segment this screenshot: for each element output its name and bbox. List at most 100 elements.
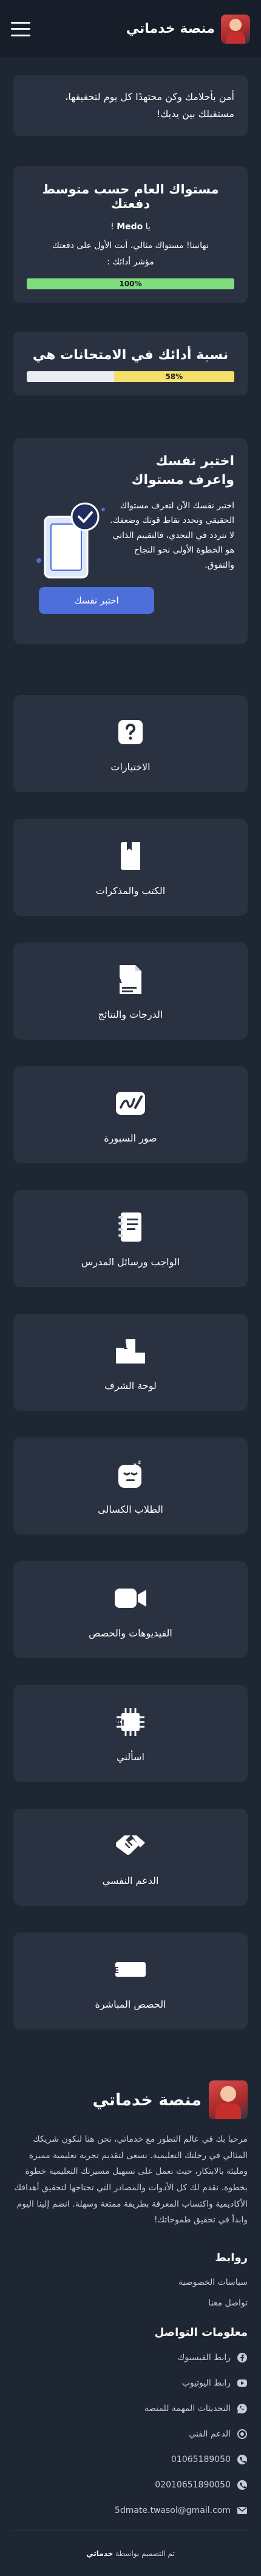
service-books[interactable]: الكتب والمذكرات [13,819,248,916]
contact-label: رابط اليوتيوب [181,2378,231,2388]
brand-name: منصة خدماتي [126,21,215,36]
motivation-card: أمن بأحلامك وكن محتهدًا كل يوم لتحقيقها،… [13,75,248,136]
service-label: الدرجات والنتائج [98,1008,163,1020]
service-label: الكتب والمذكرات [95,884,166,896]
promo-body: اختبر نفسك الآن لتعرف مستواك الحقيقي وتح… [110,500,234,570]
mail-icon [237,2506,247,2514]
self-test-button[interactable]: اختبر نفسك [39,587,154,614]
exams-title: نسبة أدائك في الامتحانات هي [32,348,229,363]
service-label: اسألني [117,1750,144,1763]
phone-icon [237,2454,247,2464]
notebook-icon [114,1210,147,1244]
motivation-text: أمن بأحلامك وكن محتهدًا كل يوم لتحقيقها،… [65,91,234,119]
service-label: لوحة الشرف [104,1379,157,1391]
service-label: الاختبارات [110,761,151,773]
level-card: مستواك العام حسب متوسط دفعتك يا Medo ! ت… [13,166,248,303]
grade-icon: A+ [114,963,147,997]
ai-chip-icon: AI [114,1705,147,1739]
brand[interactable]: منصة خدماتي [126,14,250,44]
youtube-icon [237,2379,247,2387]
contact-label: الدعم الفني [189,2429,231,2439]
services-list: الاختبارات الكتب والمذكرات A+ الدرجات وا… [0,695,261,2030]
copyright: تم التصميم بواسطة خدماتي [13,2530,248,2558]
exams-progress-text: 58% [165,372,183,382]
contact-title: معلومات التواصل [154,2325,248,2339]
footer-brand: منصة خدماتي [13,2080,248,2120]
footer: منصة خدماتي مرحبا بك في عالم التطور مع خ… [0,2056,261,2576]
service-homework[interactable]: الواجب ورسائل المدرس [13,1190,248,1288]
svg-text:AI: AI [115,1719,124,1728]
facebook-link[interactable]: رابط الفيسبوك [13,2352,248,2363]
service-grades[interactable]: A+ الدرجات والنتائج [13,943,248,1040]
contact-label: التحديثات المهمة للمنصة [144,2403,231,2413]
contact-label: 5dmate.twasol@gmail.com [114,2505,231,2515]
footer-links: روابط سياسات الخصوصية تواصل معنا [13,2251,248,2308]
whiteboard-icon [114,1086,147,1120]
phone-icon [237,2480,247,2490]
greeting: يا Medo ! [27,222,234,232]
top-header: منصة خدماتي [0,0,261,58]
tablet-check-icon [32,493,110,583]
service-label: الواجب ورسائل المدرس [81,1256,180,1268]
lazy-student-icon: zz [114,1458,147,1491]
contact-label: 02010651890050 [155,2480,231,2490]
svg-text:z: z [138,1459,141,1465]
facebook-icon [237,2352,247,2362]
svg-text:A+: A+ [117,974,123,986]
svg-text:z: z [133,1461,137,1469]
phone-link-2[interactable]: 02010651890050 [13,2480,248,2490]
contact-label: رابط الفيسبوك [177,2352,231,2362]
level-progress-bar: 100% [27,278,234,290]
level-progress-fill: 100% [27,278,234,290]
service-label: صور السبورة [104,1132,157,1144]
hamburger-icon[interactable] [11,21,30,36]
service-whiteboard[interactable]: صور السبورة [13,1066,248,1164]
youtube-link[interactable]: رابط اليوتيوب [13,2378,248,2389]
service-support[interactable]: الدعم النفسي [13,1809,248,1906]
user-name: Medo [117,222,143,232]
handshake-icon [114,1829,147,1863]
level-progress-text: 100% [119,280,142,289]
book-icon [114,839,147,873]
footer-about: مرحبا بك في عالم التطور مع خدماتي، نحن ه… [14,2134,248,2225]
question-icon [114,715,147,749]
svg-text:1: 1 [123,1342,128,1351]
footer-brand-name: منصة خدماتي [92,2090,202,2110]
service-label: الطلاب الكسالى [98,1503,163,1515]
podium-icon: 1 [114,1334,147,1368]
live-icon: LIVE [114,1952,147,1986]
greeting-suffix: ! [110,222,114,232]
greeting-prefix: يا [145,222,151,232]
svg-text:LIVE: LIVE [114,1966,119,1976]
links-title: روابط [215,2251,248,2264]
contact-link[interactable]: تواصل معنا [13,2298,248,2308]
privacy-link[interactable]: سياسات الخصوصية [13,2278,248,2287]
exams-progress-bar: 58% [27,371,234,383]
email-link[interactable]: 5dmate.twasol@gmail.com [13,2505,248,2516]
support-icon [237,2429,247,2439]
copyright-brand: خدماتي [86,2549,114,2558]
service-label: الفيديوهات والحصص [89,1627,172,1639]
service-lazy-students[interactable]: zz الطلاب الكسالى [13,1438,248,1535]
promo-title: اختبر نفسك واعرف مستواك [131,454,234,488]
indicator-label: مؤشر أدائك : [107,257,154,267]
service-live[interactable]: LIVE الحصص المباشرة [13,1932,248,2030]
footer-logo [209,2080,248,2120]
whatsapp-icon [237,2403,247,2413]
service-ask-me[interactable]: AI اسألني [13,1685,248,1783]
level-title: مستواك العام حسب متوسط دفعتك [42,182,219,211]
whatsapp-link[interactable]: التحديثات المهمة للمنصة [13,2403,248,2414]
brand-logo [221,14,250,44]
tech-support-link[interactable]: الدعم الفني [13,2429,248,2440]
service-videos[interactable]: الفيديوهات والحصص [13,1561,248,1659]
exams-card: نسبة أدائك في الامتحانات هي 58% [13,332,248,396]
congrats-text: تهانينا! مستواك مثالي، أنت الأول على دفع… [52,241,209,251]
phone-link-1[interactable]: 01065189050 [13,2454,248,2465]
exams-progress-fill: 58% [114,371,234,383]
service-exams[interactable]: الاختبارات [13,695,248,793]
service-label: الدعم النفسي [102,1874,159,1886]
self-test-promo: اختبر نفسك واعرف مستواك اختبر نفسك الآن … [13,438,248,645]
video-icon [114,1581,147,1615]
contact-label: 01065189050 [171,2454,231,2464]
service-honor-board[interactable]: 1 لوحة الشرف [13,1314,248,1411]
